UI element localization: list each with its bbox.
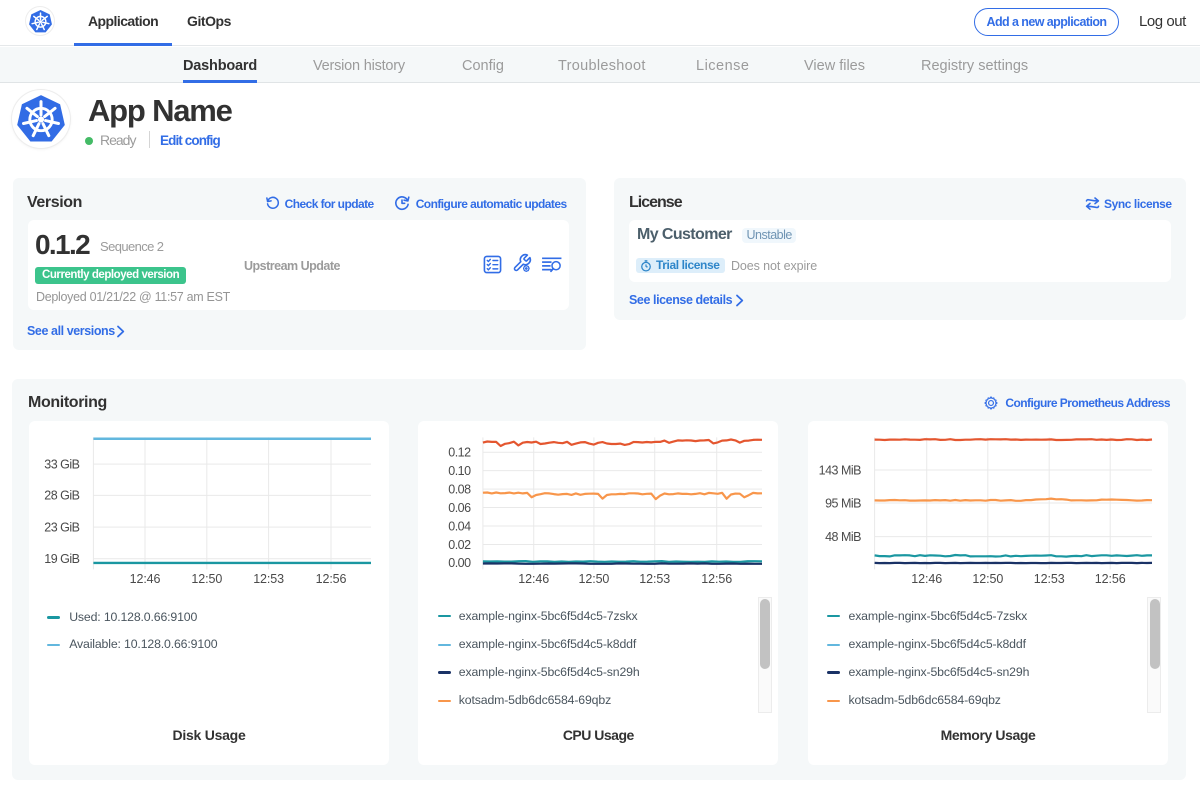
svg-text:12:53: 12:53: [640, 571, 671, 585]
svg-text:48 MiB: 48 MiB: [825, 529, 861, 543]
svg-text:12:56: 12:56: [702, 571, 733, 585]
svg-text:12:46: 12:46: [911, 571, 942, 585]
svg-text:0.06: 0.06: [449, 500, 472, 514]
svg-text:95 MiB: 95 MiB: [825, 496, 861, 510]
svg-text:0.04: 0.04: [449, 519, 472, 533]
svg-text:12:46: 12:46: [130, 571, 161, 585]
svg-text:12:50: 12:50: [579, 571, 610, 585]
svg-text:143 MiB: 143 MiB: [819, 463, 862, 477]
svg-text:23 GiB: 23 GiB: [44, 520, 79, 534]
svg-text:0.02: 0.02: [449, 537, 472, 551]
svg-text:0.12: 0.12: [449, 445, 472, 459]
svg-text:33 GiB: 33 GiB: [44, 457, 79, 471]
svg-text:12:53: 12:53: [1034, 571, 1065, 585]
svg-text:12:56: 12:56: [1095, 571, 1126, 585]
svg-text:12:53: 12:53: [253, 571, 284, 585]
svg-text:12:50: 12:50: [972, 571, 1003, 585]
svg-text:12:50: 12:50: [191, 571, 222, 585]
svg-text:0.10: 0.10: [449, 464, 472, 478]
svg-text:19 GiB: 19 GiB: [44, 552, 79, 566]
svg-text:0.00: 0.00: [449, 556, 472, 570]
svg-text:0.08: 0.08: [449, 482, 472, 496]
svg-text:28 GiB: 28 GiB: [44, 488, 79, 502]
svg-text:12:56: 12:56: [316, 571, 347, 585]
svg-text:12:46: 12:46: [519, 571, 550, 585]
